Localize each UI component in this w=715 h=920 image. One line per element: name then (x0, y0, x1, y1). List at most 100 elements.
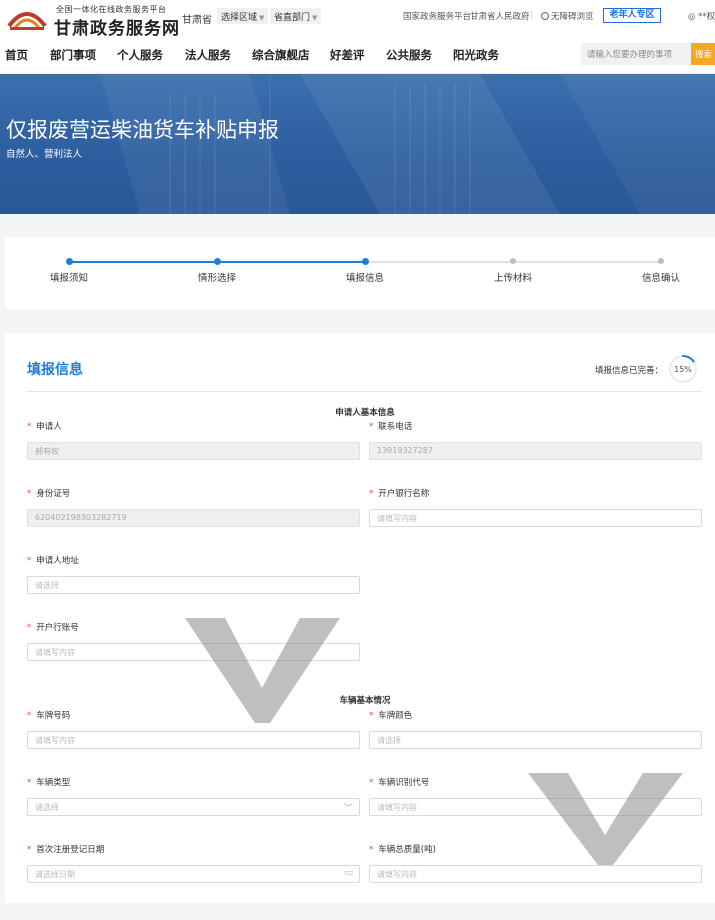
service-banner: 仅报废营运柴油货车补贴申报 自然人、营利法人 (0, 74, 715, 214)
link-provincial-government[interactable]: 甘肃省人民政府 (470, 10, 530, 22)
address-select[interactable]: 请选择 (27, 576, 360, 594)
step-progress: 填报须知 情形选择 填报信息 上传材料 信息确认 (5, 237, 715, 309)
registration-date-picker[interactable]: 请选择日期 ▭ (27, 865, 360, 883)
dept-select[interactable]: 省直部门 ▼ (270, 8, 322, 24)
plate-number-field[interactable]: 请填写内容 (27, 731, 360, 749)
step-label: 信息确认 (641, 273, 681, 284)
top-bar: 全国一体化在线政务服务平台 甘肃政务服务网 甘肃省 选择区域 ▼ 省直部门 ▼ 国家… (0, 0, 715, 39)
registration-date-placeholder: 请选择日期 (35, 870, 75, 879)
field-label-text: 申请人 (36, 422, 62, 432)
required-mark: * (27, 422, 32, 432)
step-label: 填报须知 (49, 273, 89, 284)
banner-background (100, 74, 715, 214)
nav-flagship[interactable]: 综合旗舰店 (252, 47, 310, 63)
divider: | (530, 10, 533, 20)
bank-name-field[interactable]: 请填写内容 (369, 509, 702, 527)
step-connector (366, 261, 513, 263)
nav-open-government[interactable]: 阳光政务 (453, 47, 499, 63)
field-label-gross-weight: * 车辆总质量(吨) (369, 843, 436, 855)
field-label-text: 开户银行名称 (378, 489, 430, 499)
plate-color-select[interactable]: 请选择 (369, 731, 702, 749)
step-dot-pending (658, 258, 664, 264)
field-label-text: 申请人地址 (36, 556, 79, 566)
page-title: 仅报废营运柴油货车补贴申报 (6, 118, 279, 142)
field-label-text: 身份证号 (36, 489, 71, 499)
nav-rating[interactable]: 好差评 (330, 47, 365, 63)
dept-select-label: 省直部门 (274, 13, 311, 23)
field-label-vin: * 车辆识别代号 (369, 776, 429, 788)
calendar-icon: ▭ (344, 868, 353, 878)
step-dot-current (362, 258, 369, 265)
search-input[interactable]: 请输入您要办理的事项 (581, 43, 691, 65)
required-mark: * (369, 711, 374, 721)
field-label-vehicle-type: * 车辆类型 (27, 776, 70, 788)
step-label: 情形选择 (197, 273, 237, 284)
user-name: **权 (698, 12, 715, 22)
field-label-text: 车辆总质量(吨) (378, 845, 436, 855)
field-label-address: * 申请人地址 (27, 554, 79, 566)
nav-departments[interactable]: 部门事项 (50, 47, 96, 63)
required-mark: * (27, 845, 32, 855)
user-menu[interactable]: ◎ **权 (688, 10, 715, 22)
step-dot-pending (510, 258, 516, 264)
step-connector (218, 261, 366, 263)
required-mark: * (27, 711, 32, 721)
divider (27, 391, 702, 392)
field-label-text: 车辆识别代号 (378, 778, 430, 788)
required-mark: * (27, 489, 32, 499)
nav-home[interactable]: 首页 (5, 47, 28, 63)
field-label-registration-date: * 首次注册登记日期 (27, 843, 104, 855)
section-title-applicant: 申请人基本信息 (335, 408, 395, 418)
link-national-platform[interactable]: 国家政务服务平台 (403, 10, 471, 22)
field-label-plate-number: * 车牌号码 (27, 709, 70, 721)
page-footer-gap (0, 903, 715, 920)
nav-public-services[interactable]: 公共服务 (386, 47, 432, 63)
step-label: 填报信息 (345, 273, 385, 284)
nav-legal-person[interactable]: 法人服务 (185, 47, 231, 63)
required-mark: * (27, 623, 32, 633)
page-subtitle: 自然人、营利法人 (6, 149, 83, 160)
field-label-text: 车牌号码 (36, 711, 71, 721)
field-label-text: 联系电话 (378, 422, 413, 432)
completion-label: 填报信息已完善： (595, 366, 664, 376)
site-logo[interactable]: 全国一体化在线政务服务平台 甘肃政务服务网 (4, 2, 179, 39)
applicant-name-field: 郝有权 (27, 442, 360, 460)
required-mark: * (27, 778, 32, 788)
id-number-field: 620402198303282719 (27, 509, 360, 527)
nav-personal[interactable]: 个人服务 (117, 47, 163, 63)
region-select[interactable]: 选择区域 ▼ (217, 8, 269, 24)
accessibility-icon (541, 12, 549, 20)
field-label-id-number: * 身份证号 (27, 487, 70, 499)
link-accessibility-label: 无障碍浏览 (551, 12, 594, 22)
search-button[interactable]: 搜索 (691, 43, 715, 65)
field-label-text: 开户行账号 (36, 623, 79, 633)
step-dot-done (66, 258, 73, 265)
form-title: 填报信息 (27, 362, 83, 378)
main-nav: 首页 部门事项 个人服务 法人服务 综合旗舰店 好差评 公共服务 阳光政务 请输… (0, 36, 715, 74)
field-label-text: 车牌颜色 (378, 711, 413, 721)
chevron-down-icon: ﹀ (343, 804, 353, 814)
region-select-label: 选择区域 (221, 13, 258, 23)
required-mark: * (369, 845, 374, 855)
required-mark: * (369, 489, 374, 499)
link-accessibility[interactable]: 无障碍浏览 (541, 10, 594, 22)
step-connector (513, 261, 661, 263)
field-label-text: 车辆类型 (36, 778, 71, 788)
completion-percent: 15% (674, 365, 692, 374)
emblem-icon (7, 12, 47, 30)
field-label-account-number: * 开户行账号 (27, 621, 79, 633)
vehicle-type-select[interactable]: 请选择 ﹀ (27, 798, 360, 816)
elderly-zone-button[interactable]: 老年人专区 (603, 8, 661, 23)
step-connector (70, 261, 218, 263)
phone-field: 13919327287 (369, 442, 702, 460)
user-icon: ◎ (688, 12, 699, 22)
required-mark: * (369, 422, 374, 432)
field-label-plate-color: * 车牌颜色 (369, 709, 412, 721)
application-form: 填报信息 填报信息已完善： 15% 申请人基本信息 * 申请人 郝有权 * 联系电话… (5, 333, 715, 903)
required-mark: * (369, 778, 374, 788)
field-label-phone: * 联系电话 (369, 420, 412, 432)
step-dot-done (214, 258, 221, 265)
field-label-text: 首次注册登记日期 (36, 845, 105, 855)
field-label-bank-name: * 开户银行名称 (369, 487, 429, 499)
field-label-applicant: * 申请人 (27, 420, 62, 432)
